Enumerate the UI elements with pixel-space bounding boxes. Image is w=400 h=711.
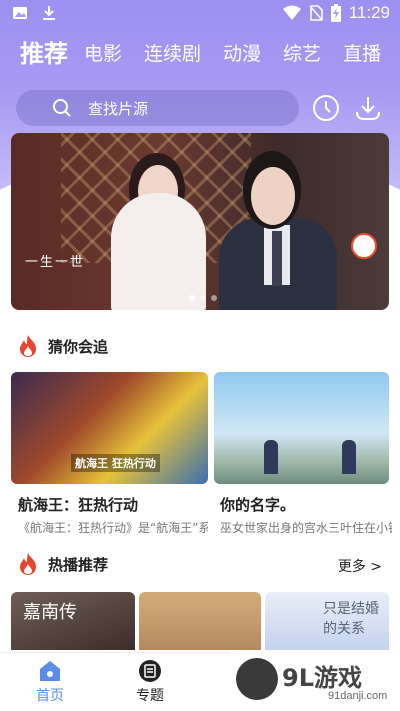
tab-live[interactable]: 直播 bbox=[343, 36, 381, 72]
section-guess-header: 猜你会追 bbox=[18, 334, 108, 358]
bottom-nav-label: 专题 bbox=[136, 688, 164, 704]
thumb-poster-text: 只是结婚的关系 bbox=[323, 601, 379, 637]
section-hot-title: 热播推荐 bbox=[48, 555, 109, 574]
poster-figure bbox=[342, 440, 356, 474]
site-watermark: 9L游戏 91danji.com bbox=[230, 652, 400, 711]
poster-figure bbox=[264, 440, 278, 474]
tab-anime[interactable]: 动漫 bbox=[223, 36, 261, 72]
carousel-dots bbox=[189, 295, 217, 301]
fire-icon bbox=[20, 335, 36, 357]
thumb-poster[interactable]: 嘉南传 bbox=[11, 592, 135, 650]
category-tabs: 推荐 电影 连续剧 动漫 综艺 直播 bbox=[20, 36, 400, 76]
watermark-brand: 9L游戏 bbox=[282, 664, 362, 692]
image-icon bbox=[13, 7, 27, 19]
watermark-url: 91danji.com bbox=[328, 690, 388, 702]
search-input[interactable]: 查找片源 bbox=[16, 90, 299, 126]
watermark-logo bbox=[236, 658, 278, 700]
section-hot-header: 热播推荐 bbox=[18, 552, 108, 576]
card-description: 巫女世家出身的宫水三叶住在小镇上 bbox=[220, 521, 392, 535]
card-description: 《航海王：狂热行动》是“航海王”系列第13部剧场版 bbox=[18, 521, 208, 535]
bottom-nav-label: 首页 bbox=[36, 688, 64, 704]
no-sim-icon bbox=[309, 5, 323, 21]
battery-charging-icon bbox=[330, 4, 341, 22]
carousel-dot-active bbox=[189, 295, 195, 301]
download-icon bbox=[43, 6, 55, 20]
more-link[interactable]: 更多 > bbox=[338, 556, 382, 576]
thumb-poster-text: 嘉南传 bbox=[23, 602, 77, 623]
banner-badge-logo bbox=[351, 233, 377, 259]
thumb-poster[interactable]: 只是结婚的关系 bbox=[265, 592, 389, 650]
card-poster-text: 航海王 狂热行动 bbox=[71, 454, 160, 472]
card-your-name[interactable] bbox=[214, 372, 389, 484]
card-title[interactable]: 你的名字。 bbox=[220, 494, 295, 515]
fire-icon bbox=[20, 553, 36, 575]
carousel-dot bbox=[200, 295, 206, 301]
carousel-dot bbox=[211, 295, 217, 301]
tab-movies[interactable]: 电影 bbox=[84, 36, 122, 72]
topics-icon bbox=[139, 660, 161, 682]
banner-title: 一生一世 bbox=[25, 255, 86, 270]
history-clock-icon[interactable] bbox=[312, 94, 340, 122]
card-title[interactable]: 航海王：狂热行动 bbox=[18, 494, 138, 515]
banner-figure-male-face bbox=[251, 167, 295, 225]
tab-recommend[interactable]: 推荐 bbox=[20, 36, 68, 72]
banner-figure-female bbox=[111, 193, 206, 310]
bottom-nav-home[interactable]: 首页 bbox=[20, 659, 80, 705]
home-icon bbox=[40, 661, 60, 681]
download-manager-icon[interactable] bbox=[354, 94, 382, 122]
search-placeholder: 查找片源 bbox=[88, 99, 149, 118]
status-time: 11:29 bbox=[348, 3, 390, 22]
wifi-icon bbox=[282, 5, 301, 20]
thumb-poster[interactable] bbox=[139, 592, 261, 650]
banner-figure-male-tie bbox=[272, 231, 282, 286]
banner-carousel[interactable]: 一生一世 bbox=[11, 133, 389, 310]
bottom-nav-topics[interactable]: 专题 bbox=[120, 659, 180, 705]
tab-variety[interactable]: 综艺 bbox=[283, 36, 321, 72]
status-bar: 11:29 bbox=[0, 0, 400, 28]
card-onepiece[interactable]: 航海王 狂热行动 bbox=[11, 372, 208, 484]
tab-series[interactable]: 连续剧 bbox=[144, 36, 201, 72]
section-guess-title: 猜你会追 bbox=[48, 337, 109, 356]
search-icon bbox=[53, 99, 71, 117]
